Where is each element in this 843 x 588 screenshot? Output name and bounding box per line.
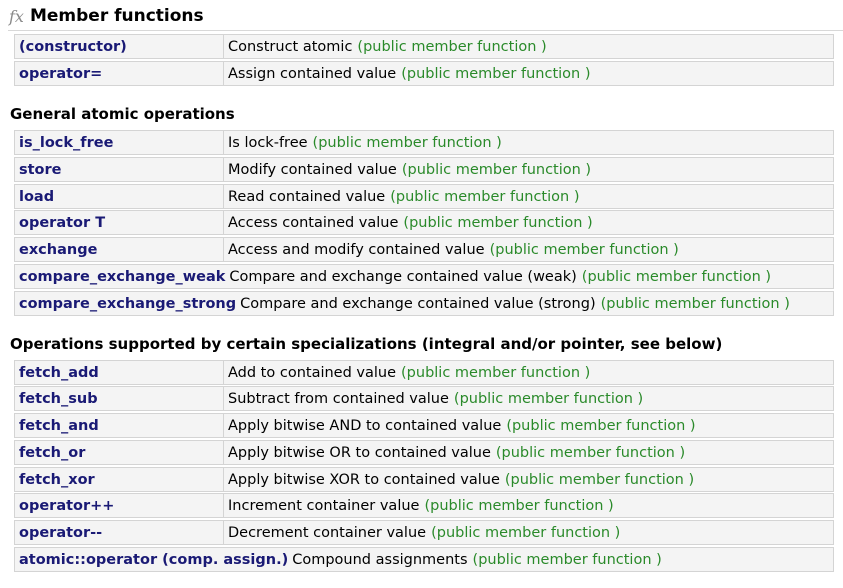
member-link[interactable]: fetch_xor xyxy=(15,468,224,491)
member-description: Compare and exchange contained value (we… xyxy=(229,268,577,285)
member-link[interactable]: operator T xyxy=(15,211,224,234)
table-row: store Modify contained value (public mem… xyxy=(14,157,834,182)
member-description: Add to contained value xyxy=(228,364,397,381)
member-description: Read contained value xyxy=(228,188,386,205)
member-link[interactable]: operator= xyxy=(15,62,224,85)
member-link[interactable]: compare_exchange_weak xyxy=(15,265,229,288)
section-title-general: General atomic operations xyxy=(10,105,235,123)
member-description: Compound assignments xyxy=(292,551,468,568)
table-row: compare_exchange_strong Compare and exch… xyxy=(14,291,834,316)
member-kind: (public member function ) xyxy=(401,161,592,178)
table-row: atomic::operator (comp. assign.) Compoun… xyxy=(14,547,834,572)
member-link[interactable]: fetch_and xyxy=(15,414,224,437)
table-row: operator T Access contained value (publi… xyxy=(14,210,834,235)
page-title: Member functions xyxy=(29,6,204,26)
member-description: Construct atomic xyxy=(228,38,353,55)
member-link[interactable]: atomic::operator (comp. assign.) xyxy=(15,548,292,571)
member-description: Access contained value xyxy=(228,214,399,231)
member-kind: (public member function ) xyxy=(506,417,696,434)
member-kind: (public member function ) xyxy=(390,188,580,205)
member-kind: (public member function ) xyxy=(431,524,621,541)
table-row: is_lock_free Is lock-free (public member… xyxy=(14,130,834,155)
table-row: load Read contained value (public member… xyxy=(14,184,834,209)
member-description: Apply bitwise OR to contained value xyxy=(228,444,491,461)
member-description: Decrement container value xyxy=(228,524,427,541)
member-description: Subtract from contained value xyxy=(228,390,449,407)
table-row: fetch_or Apply bitwise OR to contained v… xyxy=(14,440,834,465)
member-link[interactable]: load xyxy=(15,185,224,208)
table-row: fetch_sub Subtract from contained value … xyxy=(14,386,834,411)
member-kind: (public member function ) xyxy=(401,65,591,82)
member-kind: (public member function ) xyxy=(312,134,502,151)
member-description: Is lock-free xyxy=(228,134,308,151)
member-kind: (public member function ) xyxy=(581,268,772,285)
member-kind: (public member function ) xyxy=(401,364,591,381)
section-header: fx Member functions xyxy=(8,2,843,31)
member-kind: (public member function ) xyxy=(403,214,593,231)
member-description: Compare and exchange contained value (st… xyxy=(240,295,596,312)
member-kind: (public member function ) xyxy=(357,38,547,55)
fx-icon: fx xyxy=(9,6,24,26)
table-row: fetch_xor Apply bitwise XOR to contained… xyxy=(14,467,834,492)
table-row: operator++ Increment container value (pu… xyxy=(14,493,834,518)
table-row: fetch_add Add to contained value (public… xyxy=(14,360,834,385)
member-link[interactable]: fetch_sub xyxy=(15,387,224,410)
member-link[interactable]: exchange xyxy=(15,238,224,261)
member-link[interactable]: store xyxy=(15,158,224,181)
member-description: Increment container value xyxy=(228,497,420,514)
table-row: (constructor) Construct atomic (public m… xyxy=(14,34,834,59)
table-row: operator-- Decrement container value (pu… xyxy=(14,520,834,545)
section-title-specializations: Operations supported by certain speciali… xyxy=(10,335,723,353)
member-link[interactable]: (constructor) xyxy=(15,35,224,58)
member-link[interactable]: fetch_add xyxy=(15,361,224,384)
member-kind: (public member function ) xyxy=(504,471,695,488)
member-kind: (public member function ) xyxy=(453,390,644,407)
member-kind: (public member function ) xyxy=(600,295,790,312)
member-description: Apply bitwise AND to contained value xyxy=(228,417,502,434)
member-link[interactable]: is_lock_free xyxy=(15,131,224,154)
member-description: Modify contained value xyxy=(228,161,397,178)
member-link[interactable]: operator-- xyxy=(15,521,224,544)
member-link[interactable]: operator++ xyxy=(15,494,224,517)
member-kind: (public member function ) xyxy=(472,551,662,568)
table-row: compare_exchange_weak Compare and exchan… xyxy=(14,264,834,289)
member-link[interactable]: fetch_or xyxy=(15,441,224,464)
member-kind: (public member function ) xyxy=(424,497,614,514)
member-kind: (public member function ) xyxy=(489,241,679,258)
member-kind: (public member function ) xyxy=(495,444,686,461)
table-row: exchange Access and modify contained val… xyxy=(14,237,834,262)
table-row: operator= Assign contained value (public… xyxy=(14,61,834,86)
member-description: Assign contained value xyxy=(228,65,397,82)
member-link[interactable]: compare_exchange_strong xyxy=(15,292,240,315)
member-description: Apply bitwise XOR to contained value xyxy=(228,471,500,488)
table-row: fetch_and Apply bitwise AND to contained… xyxy=(14,413,834,438)
member-description: Access and modify contained value xyxy=(228,241,485,258)
